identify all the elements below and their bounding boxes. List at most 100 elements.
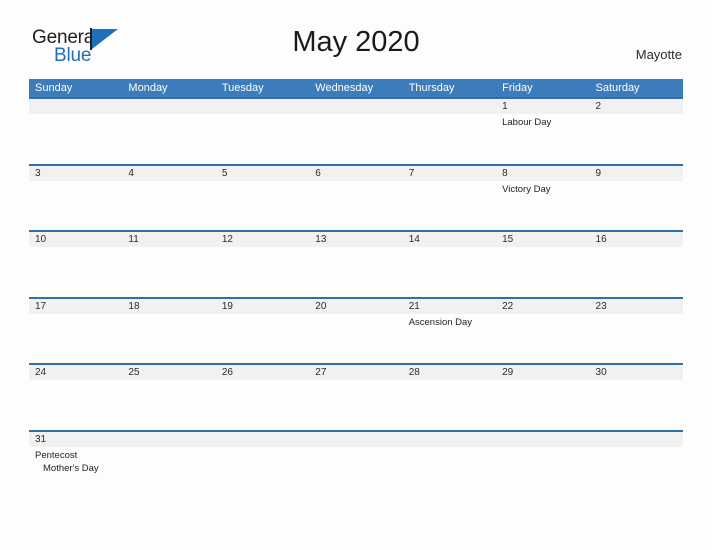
day-number-22[interactable]: 22: [496, 299, 589, 314]
calendar-week-row: 31 Pentecost Mother's Day: [29, 429, 683, 490]
day-number-empty: [122, 432, 215, 447]
day-cell-28[interactable]: [403, 380, 496, 429]
day-number-9[interactable]: 9: [590, 166, 683, 181]
day-cell-21[interactable]: Ascension Day: [403, 314, 496, 363]
day-number-24[interactable]: 24: [29, 365, 122, 380]
day-cell-empty: [403, 447, 496, 496]
day-cell-30[interactable]: [590, 380, 683, 429]
day-number-17[interactable]: 17: [29, 299, 122, 314]
day-cell-12[interactable]: [216, 247, 309, 296]
day-cell-7[interactable]: [403, 181, 496, 230]
day-cell-24[interactable]: [29, 380, 122, 429]
locale-label: Mayotte: [635, 47, 682, 62]
day-number-19[interactable]: 19: [216, 299, 309, 314]
weekday-header-wednesday: Wednesday: [315, 82, 374, 94]
day-number-21[interactable]: 21: [403, 299, 496, 314]
day-number-empty: [590, 432, 683, 447]
day-cell-5[interactable]: [216, 181, 309, 230]
day-cell-29[interactable]: [496, 380, 589, 429]
date-number-band: 10 11 12 13 14 15 16: [29, 232, 683, 247]
date-number-band: 31: [29, 431, 683, 447]
calendar-grid: Sunday Monday Tuesday Wednesday Thursday Frid…: [29, 79, 683, 490]
day-cell-3[interactable]: [29, 181, 122, 230]
day-cell-empty: [309, 447, 402, 496]
day-cell-16[interactable]: [590, 247, 683, 296]
day-cell-10[interactable]: [29, 247, 122, 296]
weekday-header-thursday: Thursday: [408, 82, 455, 94]
page-title: May 2020: [292, 26, 420, 58]
day-cell-25[interactable]: [122, 380, 215, 429]
day-cell-4[interactable]: [122, 181, 215, 230]
day-cell-6[interactable]: [309, 181, 402, 230]
day-cell-empty: [216, 114, 309, 163]
day-cell-empty: [496, 447, 589, 496]
day-number-29[interactable]: 29: [496, 365, 589, 380]
day-number-15[interactable]: 15: [496, 232, 589, 247]
day-number-23[interactable]: 23: [590, 299, 683, 314]
day-number-28[interactable]: 28: [403, 365, 496, 380]
day-cell-23[interactable]: [590, 314, 683, 363]
day-number-8[interactable]: 8: [496, 166, 589, 181]
day-cell-18[interactable]: [122, 314, 215, 363]
day-cell-15[interactable]: [496, 247, 589, 296]
day-number-2[interactable]: 2: [590, 99, 683, 114]
day-cell-empty: [122, 447, 215, 496]
day-cell-13[interactable]: [309, 247, 402, 296]
day-number-20[interactable]: 20: [309, 299, 402, 314]
day-cell-empty: [403, 114, 496, 163]
day-cell-empty: [216, 447, 309, 496]
day-number-25[interactable]: 25: [122, 365, 215, 380]
day-cell-31[interactable]: Pentecost Mother's Day: [29, 447, 122, 496]
day-number-empty: [216, 99, 309, 114]
day-cell-11[interactable]: [122, 247, 215, 296]
day-number-30[interactable]: 30: [590, 365, 683, 380]
event-label: Ascension Day: [408, 316, 473, 328]
date-number-band: 12: [29, 99, 683, 114]
day-number-1[interactable]: 1: [496, 99, 589, 114]
day-number-6[interactable]: 6: [309, 166, 402, 181]
day-cell-22[interactable]: [496, 314, 589, 363]
day-cell-8[interactable]: Victory Day: [496, 181, 589, 230]
calendar-week-row: 24 25 26 27 28 29 30: [29, 363, 683, 430]
day-number-26[interactable]: 26: [216, 365, 309, 380]
events-band: Victory Day: [29, 181, 683, 230]
event-label: Labour Day: [502, 117, 552, 128]
weekday-header-row: Sunday Monday Tuesday Wednesday Thursday Frid…: [29, 79, 683, 97]
day-cell-1[interactable]: Labour Day: [496, 114, 589, 163]
day-cell-2[interactable]: [590, 114, 683, 163]
day-cell-19[interactable]: [216, 314, 309, 363]
day-cell-empty: [309, 114, 402, 163]
day-cell-26[interactable]: [216, 380, 309, 429]
event-label: Pentecost: [35, 449, 78, 461]
day-number-13[interactable]: 13: [309, 232, 402, 247]
day-number-18[interactable]: 18: [122, 299, 215, 314]
day-cell-20[interactable]: [309, 314, 402, 363]
calendar-week-row: 3 4 5 6 7 8 9 Victory Day: [29, 163, 683, 231]
day-number-12[interactable]: 12: [216, 232, 309, 247]
weekday-header-friday: Friday: [502, 82, 533, 94]
calendar-page: General Blue May 2020 Mayotte Sunday Mond…: [0, 0, 712, 550]
day-number-7[interactable]: 7: [403, 166, 496, 181]
day-number-31[interactable]: 31: [29, 432, 122, 447]
day-number-empty: [403, 432, 496, 447]
day-number-10[interactable]: 10: [29, 232, 122, 247]
day-cell-9[interactable]: [590, 181, 683, 230]
date-number-band: 17 18 19 20 21 22 23: [29, 298, 683, 314]
weekday-header-tuesday: Tuesday: [221, 82, 264, 94]
day-number-14[interactable]: 14: [403, 232, 496, 247]
day-number-5[interactable]: 5: [216, 166, 309, 181]
day-number-3[interactable]: 3: [29, 166, 122, 181]
day-number-27[interactable]: 27: [309, 365, 402, 380]
day-cell-empty: [590, 447, 683, 496]
calendar-week-container: 1 2 Labour Day 3 4 5 6 7 8 9 Victory Day 10 11 12 13 14…: [29, 97, 683, 490]
day-number-11[interactable]: 11: [122, 232, 215, 247]
day-number-16[interactable]: 16: [590, 232, 683, 247]
day-number-empty: [309, 432, 402, 447]
day-cell-14[interactable]: [403, 247, 496, 296]
day-number-4[interactable]: 4: [122, 166, 215, 181]
day-cell-17[interactable]: [29, 314, 122, 363]
weekday-header-saturday: Saturday: [595, 82, 640, 94]
calendar-week-row: 1 2 Labour Day: [29, 97, 683, 164]
day-cell-27[interactable]: [309, 380, 402, 429]
day-number-empty: [216, 432, 309, 447]
